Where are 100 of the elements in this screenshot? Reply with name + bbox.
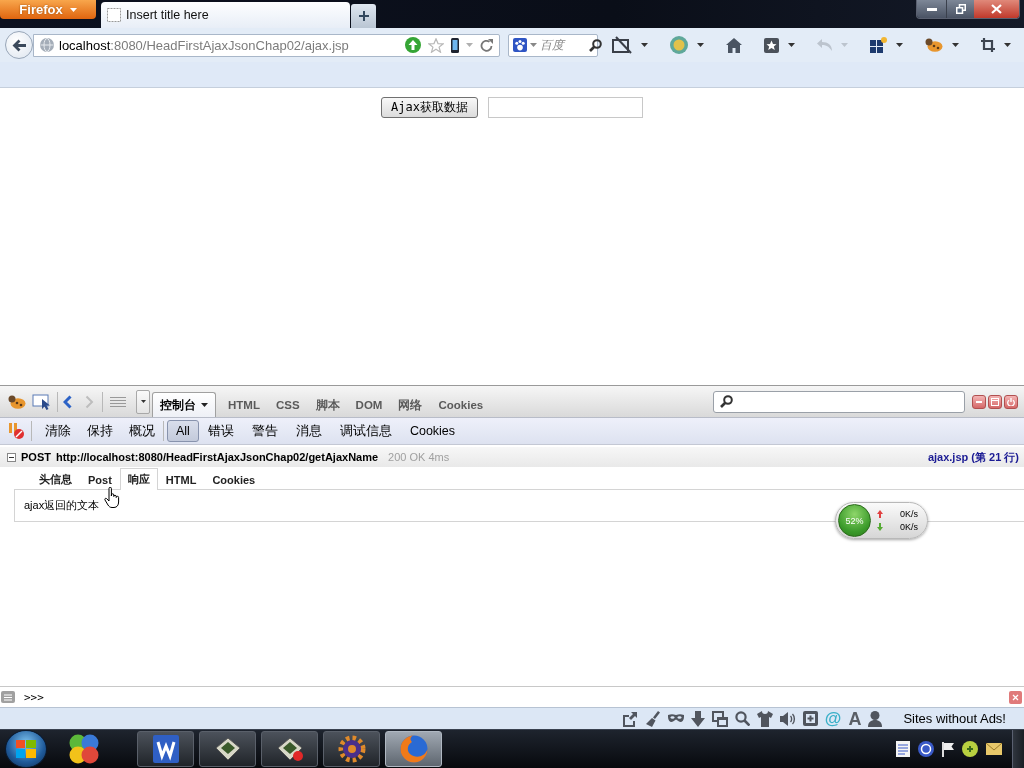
address-field[interactable]: localhost:8080/HeadFirstAjaxJsonChap02/ajax.jsp [33, 33, 500, 57]
console-action[interactable]: 清除 [37, 420, 79, 442]
panel-tab[interactable]: DOM [347, 392, 391, 417]
start-button[interactable] [5, 730, 47, 768]
close-icon [991, 4, 1002, 14]
tiles-icon[interactable] [870, 37, 887, 53]
shirt-icon[interactable] [756, 710, 773, 727]
caret-icon[interactable] [1004, 43, 1011, 47]
console-filter[interactable]: 消息 [286, 420, 331, 442]
caret-icon[interactable] [952, 43, 959, 47]
status-text: Sites without Ads! [903, 711, 1006, 726]
phone-icon[interactable] [451, 37, 459, 53]
show-desktop-button[interactable] [1012, 729, 1024, 768]
address-host: localhost [59, 37, 111, 53]
taskbar-button[interactable] [137, 731, 194, 767]
panel-tab[interactable]: HTML [220, 392, 268, 417]
caret-icon[interactable] [641, 43, 648, 47]
text-input[interactable] [487, 97, 643, 118]
request-tab[interactable]: Cookies [204, 468, 264, 490]
window-icon [991, 397, 999, 406]
reload-icon[interactable] [480, 38, 493, 52]
star-outline-icon[interactable] [428, 37, 444, 53]
request-tab[interactable]: 头信息 [31, 468, 80, 490]
caret-icon [140, 400, 146, 403]
caret-icon[interactable] [896, 43, 903, 47]
console-filter[interactable]: Cookies [400, 420, 465, 442]
console-filter[interactable]: All [167, 420, 199, 442]
panel-tab[interactable]: 脚本 [307, 392, 348, 417]
frame-slash-icon[interactable] [612, 36, 632, 54]
mask-icon[interactable] [667, 713, 684, 724]
bug-icon[interactable] [925, 38, 943, 52]
panel-tab[interactable]: CSS [267, 392, 308, 417]
down-arrow-icon[interactable] [690, 710, 705, 727]
request-tab[interactable]: 响应 [119, 468, 158, 490]
person-icon[interactable] [868, 710, 883, 727]
console-action[interactable]: 概况 [121, 420, 163, 442]
browser-globe-icon [399, 735, 428, 763]
flag-icon[interactable] [942, 741, 954, 757]
request-tab[interactable]: HTML [157, 468, 205, 490]
broom-icon[interactable] [644, 710, 661, 727]
request-tab[interactable]: Post [80, 468, 120, 490]
bug-icon[interactable] [8, 394, 26, 409]
windows-icon[interactable] [711, 710, 728, 727]
close-icon[interactable] [1009, 690, 1022, 704]
new-tab-button[interactable] [351, 4, 376, 28]
caret-icon [69, 7, 77, 12]
back-button[interactable] [5, 31, 33, 59]
minimize-button[interactable] [972, 394, 986, 409]
collapse-icon[interactable] [7, 452, 16, 462]
flower-icon[interactable] [68, 733, 100, 765]
ring-icon[interactable] [918, 741, 934, 757]
console-filter[interactable]: 错误 [198, 420, 243, 442]
command-prompt: >>> [24, 690, 44, 704]
panel-tab[interactable]: 控制台 [152, 392, 216, 417]
address-path: :8080/HeadFirstAjaxJsonChap02/ajax.jsp [110, 37, 349, 53]
hand-cursor-icon [104, 487, 120, 508]
restore-button[interactable] [947, 0, 974, 18]
search-input[interactable]: 百度 [540, 37, 586, 53]
console-filter[interactable]: 调试信息 [330, 420, 401, 442]
speaker-icon[interactable] [779, 710, 796, 727]
caret-icon[interactable] [788, 43, 795, 47]
document-tile-icon [152, 735, 179, 763]
tilted-screen-alert-icon [275, 737, 304, 761]
close-button[interactable] [1004, 394, 1018, 409]
stop-badge-icon[interactable] [8, 423, 24, 439]
panel-tab[interactable]: Cookies [430, 392, 492, 417]
taskbar-button[interactable] [261, 731, 318, 767]
windows-flag-icon [16, 740, 36, 758]
source-link[interactable]: ajax.jsp (第 21 行) [927, 449, 1019, 465]
lines-box-icon[interactable] [1, 691, 15, 703]
panel-tab[interactable]: 网络 [390, 392, 431, 417]
search-field[interactable] [713, 390, 965, 413]
taskbar-button[interactable] [199, 731, 256, 767]
plus-circle-icon[interactable] [962, 741, 978, 757]
gear-icon [337, 735, 366, 763]
close-button[interactable] [974, 0, 1019, 18]
request-row[interactable]: POST http://localhost:8080/HeadFirstAjaxJsonChap02/getAjaxName 200 OK 4ms ajax.jsp (第 21 行) [0, 447, 1024, 467]
glyph-tool[interactable]: A [848, 709, 862, 728]
console-filter[interactable]: 警告 [242, 420, 287, 442]
crop-icon[interactable] [981, 38, 995, 52]
console-action[interactable]: 保持 [79, 420, 121, 442]
tilted-screen-icon [213, 737, 242, 761]
search-icon[interactable] [589, 38, 602, 52]
browser-tab[interactable]: Insert title here [101, 2, 350, 28]
share-icon[interactable] [621, 710, 638, 727]
detach-button[interactable] [988, 394, 1002, 409]
fetch-button[interactable]: Ajax获取数据 [381, 97, 478, 118]
caret-icon[interactable] [697, 43, 704, 47]
plus-box-icon[interactable] [802, 711, 818, 726]
search-icon[interactable] [734, 711, 750, 726]
star-box-icon[interactable] [764, 37, 779, 53]
minimize-button[interactable] [917, 0, 947, 18]
pointer-box-icon[interactable] [32, 393, 52, 410]
chevron-left-icon[interactable] [63, 394, 72, 409]
download-speed: 0K/s [900, 520, 918, 534]
dropdown-button[interactable] [136, 389, 150, 414]
globe-icon [40, 38, 54, 52]
taskbar-button[interactable] [323, 731, 380, 767]
go-arrow-icon[interactable] [405, 37, 421, 53]
home-icon[interactable] [726, 37, 742, 53]
